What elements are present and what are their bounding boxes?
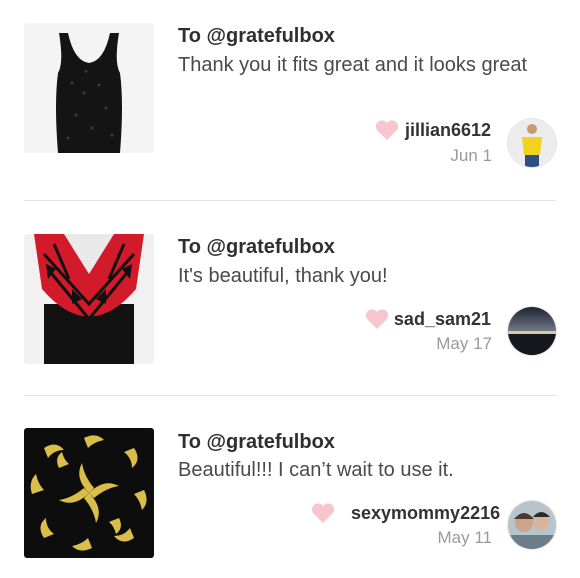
product-image[interactable] <box>24 23 154 153</box>
review-date: May 11 <box>437 528 493 547</box>
user-avatar[interactable] <box>507 306 557 356</box>
divider <box>24 395 556 396</box>
recipient-label: To @gratefulbox <box>178 25 335 47</box>
user-avatar[interactable] <box>507 118 557 168</box>
product-image[interactable] <box>24 428 154 558</box>
review-date: May 17 <box>436 334 492 353</box>
user-avatar-yellow-top <box>508 119 556 167</box>
user-avatar-sunset <box>508 307 556 355</box>
black-yellow-swirl-scarf-image <box>24 428 154 558</box>
review-message: Thank you it fits great and it looks gre… <box>178 54 528 76</box>
reviewer-username[interactable]: jillian6612 <box>351 120 491 141</box>
review-date: Jun 1 <box>450 146 492 165</box>
recipient-label: To @gratefulbox <box>178 236 335 258</box>
heart-icon <box>310 502 336 524</box>
reviewer-username[interactable]: sexymommy2216 <box>351 503 500 524</box>
red-black-scarf-image <box>24 234 154 364</box>
recipient-label: To @gratefulbox <box>178 431 335 453</box>
user-avatar[interactable] <box>507 500 557 550</box>
black-sequin-top-image <box>24 23 154 153</box>
reviewer-username[interactable]: sad_sam21 <box>351 309 491 330</box>
user-avatar-photo <box>508 501 556 549</box>
review-message: Beautiful!!! I can’t wait to use it. <box>178 459 454 481</box>
review-message: It's beautiful, thank you! <box>178 265 388 287</box>
divider <box>24 200 556 201</box>
product-image[interactable] <box>24 234 154 364</box>
